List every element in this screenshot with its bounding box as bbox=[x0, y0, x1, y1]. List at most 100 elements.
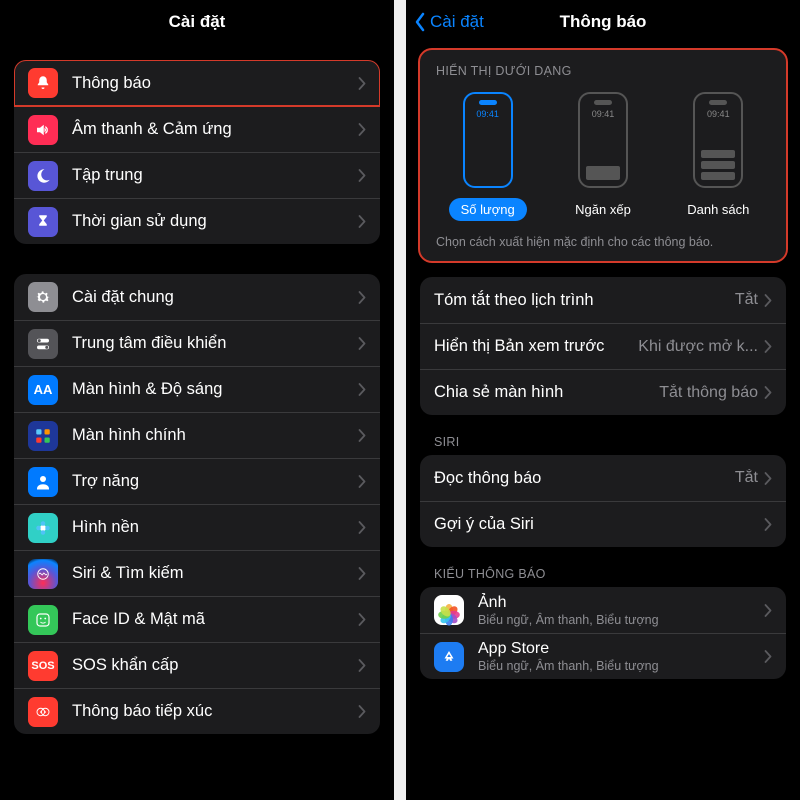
chevron-left-icon bbox=[414, 12, 426, 32]
option-row[interactable]: Tóm tắt theo lịch trình Tắt bbox=[420, 277, 786, 323]
settings-row-face[interactable]: Face ID & Mật mã bbox=[14, 596, 380, 642]
notifications-screen: Cài đặt Thông báo HIỂN THỊ DƯỚI DẠNG 09:… bbox=[406, 0, 800, 800]
page-title: Cài đặt bbox=[169, 12, 226, 32]
chevron-right-icon bbox=[764, 386, 772, 399]
row-icon bbox=[28, 559, 58, 589]
row-label: Tóm tắt theo lịch trình bbox=[434, 291, 735, 310]
display-option-Số lượng[interactable]: 09:41 Số lượng bbox=[431, 92, 545, 221]
row-icon bbox=[28, 421, 58, 451]
exposure-icon bbox=[34, 703, 52, 721]
flower-bg-icon bbox=[34, 519, 52, 537]
option-row[interactable]: Gợi ý của Siri bbox=[420, 501, 786, 547]
chevron-right-icon bbox=[358, 123, 366, 136]
settings-row-person[interactable]: Trợ năng bbox=[14, 458, 380, 504]
chevron-right-icon bbox=[358, 567, 366, 580]
app-row-appstore[interactable]: App Store Biểu ngữ, Âm thanh, Biểu tượng bbox=[420, 633, 786, 679]
chevron-right-icon bbox=[358, 475, 366, 488]
SOS-icon: SOS bbox=[31, 660, 54, 672]
chevron-right-icon bbox=[764, 518, 772, 531]
display-option-Danh sách[interactable]: 09:41 Danh sách bbox=[661, 92, 775, 221]
chevron-right-icon bbox=[764, 604, 772, 617]
settings-row-bell[interactable]: Thông báo bbox=[14, 60, 380, 106]
row-icon bbox=[28, 207, 58, 237]
display-as-header: HIỂN THỊ DƯỚI DẠNG bbox=[436, 64, 770, 78]
row-label: Thông báo tiếp xúc bbox=[72, 702, 358, 721]
settings-row-siri[interactable]: Siri & Tìm kiếm bbox=[14, 550, 380, 596]
settings-row-flower-bg[interactable]: Hình nền bbox=[14, 504, 380, 550]
phone-preview-icon: 09:41 bbox=[463, 92, 513, 188]
chevron-right-icon bbox=[358, 521, 366, 534]
display-as-footer: Chọn cách xuất hiện mặc định cho các thô… bbox=[436, 235, 770, 249]
settings-group-general: Cài đặt chung Trung tâm điều khiển AA Mà… bbox=[14, 274, 380, 734]
header: Cài đặt bbox=[0, 0, 394, 44]
moon-icon bbox=[34, 167, 52, 185]
row-label: Tập trung bbox=[72, 166, 358, 185]
row-icon bbox=[28, 329, 58, 359]
row-label: Cài đặt chung bbox=[72, 288, 358, 307]
row-label: Trợ năng bbox=[72, 472, 358, 491]
bell-icon bbox=[34, 74, 52, 92]
settings-row-switches[interactable]: Trung tâm điều khiển bbox=[14, 320, 380, 366]
style-section-header: KIỂU THÔNG BÁO bbox=[434, 567, 772, 581]
app-row-photos[interactable]: Ảnh Biểu ngữ, Âm thanh, Biểu tượng bbox=[420, 587, 786, 633]
back-label: Cài đặt bbox=[430, 12, 484, 32]
option-row[interactable]: Chia sẻ màn hình Tắt thông báo bbox=[420, 369, 786, 415]
phone-preview-icon: 09:41 bbox=[578, 92, 628, 188]
settings-row-moon[interactable]: Tập trung bbox=[14, 152, 380, 198]
settings-screen: Cài đặt Thông báo Âm thanh & Cảm ứng Tập… bbox=[0, 0, 394, 800]
siri-section-header: SIRI bbox=[434, 435, 772, 449]
option-row[interactable]: Hiển thị Bản xem trước Khi được mở k... bbox=[420, 323, 786, 369]
row-icon bbox=[28, 467, 58, 497]
settings-group-notifications: Thông báo Âm thanh & Cảm ứng Tập trung T… bbox=[14, 60, 380, 244]
row-value: Tắt bbox=[735, 469, 758, 487]
row-icon bbox=[28, 115, 58, 145]
settings-row-grid[interactable]: Màn hình chính bbox=[14, 412, 380, 458]
row-label: Siri & Tìm kiếm bbox=[72, 564, 358, 583]
row-label: Đọc thông báo bbox=[434, 469, 735, 488]
display-option-label: Danh sách bbox=[675, 198, 761, 221]
row-label: Âm thanh & Cảm ứng bbox=[72, 120, 358, 139]
phone-preview-icon: 09:41 bbox=[693, 92, 743, 188]
chevron-right-icon bbox=[764, 294, 772, 307]
siri-group: Đọc thông báo Tắt Gợi ý của Siri bbox=[420, 455, 786, 547]
display-option-Ngăn xếp[interactable]: 09:41 Ngăn xếp bbox=[546, 92, 660, 221]
row-label: Trung tâm điều khiển bbox=[72, 334, 358, 353]
settings-row-hourglass[interactable]: Thời gian sử dụng bbox=[14, 198, 380, 244]
chevron-right-icon bbox=[358, 77, 366, 90]
chevron-right-icon bbox=[358, 429, 366, 442]
display-as-options: 09:41 Số lượng 09:41 Ngăn xếp 09:41 Danh… bbox=[430, 92, 776, 221]
row-value: Tắt bbox=[735, 291, 758, 309]
display-as-section: HIỂN THỊ DƯỚI DẠNG 09:41 Số lượng 09:41 … bbox=[420, 50, 786, 261]
AA-icon: AA bbox=[34, 382, 53, 397]
page-title: Thông báo bbox=[560, 12, 647, 32]
settings-row-exposure[interactable]: Thông báo tiếp xúc bbox=[14, 688, 380, 734]
row-label: Hiển thị Bản xem trước bbox=[434, 337, 638, 356]
chevron-right-icon bbox=[358, 383, 366, 396]
app-sub: Biểu ngữ, Âm thanh, Biểu tượng bbox=[478, 613, 764, 627]
row-icon bbox=[28, 282, 58, 312]
person-icon bbox=[34, 473, 52, 491]
app-label: App Store bbox=[478, 640, 764, 658]
display-option-label: Số lượng bbox=[449, 198, 527, 221]
settings-row-gear[interactable]: Cài đặt chung bbox=[14, 274, 380, 320]
settings-row-speaker[interactable]: Âm thanh & Cảm ứng bbox=[14, 106, 380, 152]
row-icon: SOS bbox=[28, 651, 58, 681]
chevron-right-icon bbox=[764, 340, 772, 353]
row-value: Tắt thông báo bbox=[659, 384, 758, 402]
gear-icon bbox=[34, 288, 52, 306]
switches-icon bbox=[34, 335, 52, 353]
grid-icon bbox=[34, 427, 52, 445]
option-row[interactable]: Đọc thông báo Tắt bbox=[420, 455, 786, 501]
appstore-icon bbox=[440, 648, 458, 666]
speaker-icon bbox=[34, 121, 52, 139]
row-label: Màn hình chính bbox=[72, 426, 358, 445]
photos-icon bbox=[438, 599, 460, 621]
chevron-right-icon bbox=[358, 169, 366, 182]
row-icon bbox=[28, 697, 58, 727]
row-label: Gợi ý của Siri bbox=[434, 515, 764, 534]
app-icon bbox=[434, 642, 464, 672]
row-icon bbox=[28, 68, 58, 98]
settings-row-SOS[interactable]: SOS SOS khẩn cấp bbox=[14, 642, 380, 688]
back-button[interactable]: Cài đặt bbox=[414, 0, 484, 44]
settings-row-AA[interactable]: AA Màn hình & Độ sáng bbox=[14, 366, 380, 412]
